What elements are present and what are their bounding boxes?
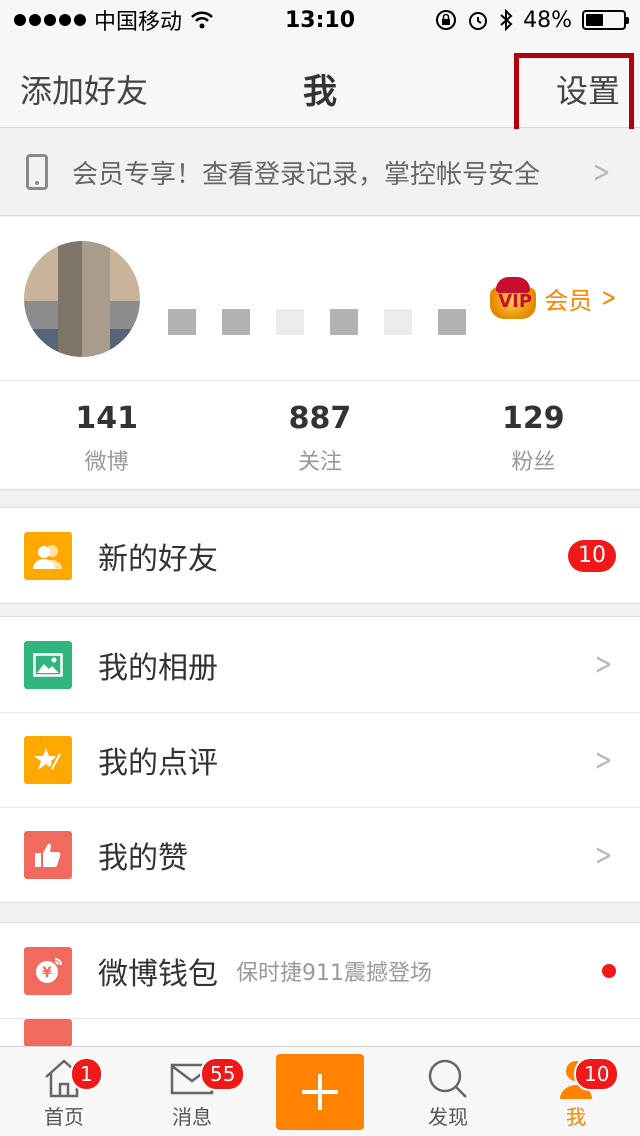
stats-row: 141 微博 887 关注 129 粉丝 <box>0 380 640 490</box>
battery-percent: 48% <box>523 7 572 33</box>
menu-item-label: 新的好友 <box>98 541 218 577</box>
status-left: 中国移动 <box>14 4 435 36</box>
svg-text:¥: ¥ <box>42 965 52 981</box>
search-icon <box>428 1059 467 1098</box>
vip-member-link[interactable]: VIP 会员 > <box>488 277 620 319</box>
chevron-right-icon: > <box>594 742 613 778</box>
chevron-right-icon: > <box>594 837 613 873</box>
friends-icon <box>24 531 72 580</box>
avatar[interactable] <box>24 241 140 357</box>
menu-item-label: 我的点评 <box>98 746 218 781</box>
signal-strength-icon <box>14 14 86 26</box>
tab-me[interactable]: 我 10 <box>512 1047 640 1136</box>
stat-followers[interactable]: 129 粉丝 <box>427 381 640 490</box>
menu-item-reviews[interactable]: 我的点评 > <box>0 712 640 807</box>
thumbs-up-icon <box>24 831 72 879</box>
vip-label: 会员 <box>544 286 593 315</box>
banner-text: 会员专享！查看登录记录，掌控帐号安全 <box>72 159 541 190</box>
rotation-lock-icon <box>436 10 457 30</box>
menu-item-wallet[interactable]: ¥ 微博钱包 保时捷911震撼登场 <box>0 923 640 1018</box>
bluetooth-icon <box>500 9 513 31</box>
tab-badge: 1 <box>70 1057 103 1091</box>
stat-weibo[interactable]: 141 微博 <box>0 381 213 490</box>
stat-label: 关注 <box>297 450 342 475</box>
page-title: 我 <box>303 72 337 112</box>
tab-badge: 10 <box>574 1057 620 1091</box>
status-bar: 中国移动 13:10 48% <box>0 0 640 40</box>
picture-icon <box>24 640 72 689</box>
plus-icon <box>302 1074 338 1110</box>
star-pen-icon <box>24 736 72 784</box>
battery-icon <box>582 10 629 30</box>
chevron-right-icon: > <box>601 283 617 313</box>
tab-badge: 55 <box>200 1057 246 1091</box>
tab-label: 首页 <box>44 1105 84 1129</box>
status-right: 48% <box>435 7 629 33</box>
new-indicator-dot <box>602 963 616 978</box>
tab-messages[interactable]: 消息 55 <box>128 1047 256 1136</box>
vip-crown-icon: VIP <box>488 277 538 319</box>
tab-label: 我 <box>566 1105 586 1129</box>
settings-button[interactable]: 设置 <box>556 66 620 112</box>
stat-count: 887 <box>288 401 352 436</box>
menu-group-content: 我的相册 > 我的点评 > 我的赞 > <box>0 616 640 903</box>
compose-button[interactable] <box>276 1054 364 1130</box>
stat-label: 微博 <box>84 450 129 475</box>
menu-group-friends: 新的好友 10 <box>0 507 640 604</box>
stat-label: 粉丝 <box>511 450 556 475</box>
chevron-right-icon: > <box>594 647 613 682</box>
unread-badge: 10 <box>568 539 616 572</box>
wallet-icon: ¥ <box>24 946 72 995</box>
menu-group-wallet: ¥ 微博钱包 保时捷911震撼登场 <box>0 922 640 1047</box>
stat-count: 141 <box>75 401 138 436</box>
menu-item-likes[interactable]: 我的赞 > <box>0 807 640 902</box>
chevron-right-icon: > <box>592 154 611 190</box>
alarm-icon <box>469 12 488 30</box>
battery-level-fill <box>586 14 604 26</box>
profile-card: VIP 会员 > 141 微博 887 关注 129 粉丝 <box>0 217 640 490</box>
tab-bar: 首页 1 消息 55 发现 我 10 <box>0 1046 640 1136</box>
tab-home[interactable]: 首页 1 <box>0 1047 128 1136</box>
phone-icon <box>26 154 48 190</box>
security-banner[interactable]: 会员专享！查看登录记录，掌控帐号安全 > <box>0 129 640 216</box>
menu-item-album[interactable]: 我的相册 > <box>0 617 640 712</box>
partial-item-icon <box>24 1019 72 1047</box>
stat-following[interactable]: 887 关注 <box>213 381 426 490</box>
menu-item-subtitle: 保时捷911震撼登场 <box>236 960 432 986</box>
user-name-blurred[interactable] <box>168 309 466 335</box>
menu-item-label: 我的赞 <box>98 841 188 876</box>
tab-label: 发现 <box>428 1105 468 1129</box>
stat-count: 129 <box>502 401 565 436</box>
carrier-label: 中国移动 <box>94 10 183 35</box>
wifi-icon <box>191 11 213 29</box>
menu-item-partial[interactable] <box>0 1018 640 1047</box>
nav-bar: 添加好友 我 设置 <box>0 40 640 128</box>
tab-label: 消息 <box>172 1105 212 1129</box>
menu-item-label: 我的相册 <box>98 650 218 686</box>
tab-compose[interactable] <box>256 1047 384 1136</box>
menu-item-new-friends[interactable]: 新的好友 10 <box>0 508 640 603</box>
menu-item-label: 微博钱包 <box>98 956 218 992</box>
tab-discover[interactable]: 发现 <box>384 1047 512 1136</box>
